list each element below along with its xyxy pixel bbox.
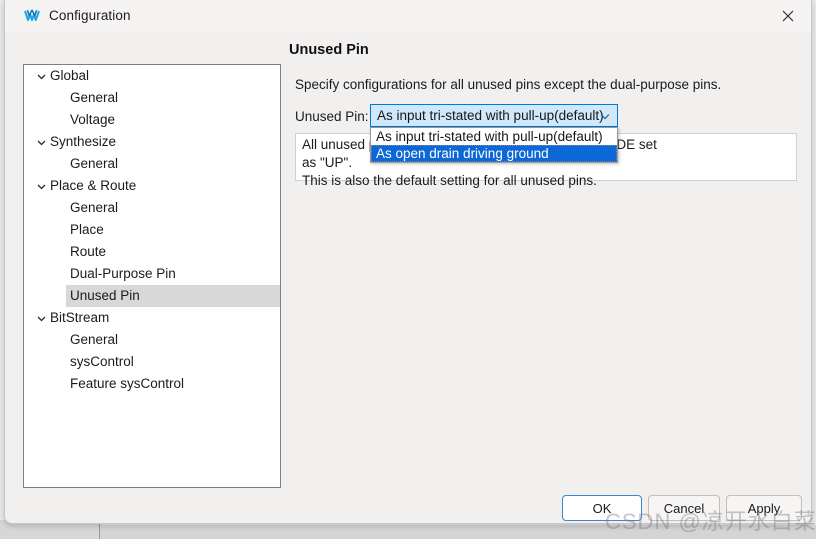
sidebar-item-label: Route (70, 244, 107, 259)
sidebar-item-label: Dual-Purpose Pin (70, 266, 176, 281)
chevron-down-icon[interactable] (34, 307, 48, 329)
dropdown-option[interactable]: As input tri-stated with pull-up(default… (371, 128, 617, 145)
sidebar-item-place[interactable]: Place (24, 219, 280, 241)
chevron-down-icon (598, 109, 612, 123)
dropdown-option[interactable]: As open drain driving ground (371, 145, 617, 162)
unused-pin-select[interactable]: As input tri-stated with pull-up(default… (370, 104, 618, 127)
sidebar-item-label: General (70, 156, 119, 171)
desktop-taskbar-strip (0, 525, 816, 539)
cancel-button[interactable]: Cancel (648, 495, 720, 521)
sidebar-item-bitstream[interactable]: BitStream (24, 307, 280, 329)
unused-pin-dropdown-list[interactable]: As input tri-stated with pull-up(default… (370, 127, 618, 163)
sidebar-item-general[interactable]: General (24, 329, 280, 351)
sidebar-item-label: General (70, 200, 119, 215)
sidebar-item-route[interactable]: Route (24, 241, 280, 263)
sidebar-item-feature-syscontrol[interactable]: Feature sysControl (24, 373, 280, 395)
chevron-down-icon[interactable] (34, 175, 48, 197)
sidebar-item-syscontrol[interactable]: sysControl (24, 351, 280, 373)
window-title: Configuration (49, 8, 131, 23)
close-icon[interactable] (765, 0, 811, 32)
sidebar-item-global[interactable]: Global (24, 65, 280, 87)
sidebar-item-general[interactable]: General (24, 87, 280, 109)
sidebar-item-label: Voltage (70, 112, 116, 127)
screenshot-root: Configuration Global General Voltage Synthe… (0, 0, 816, 539)
sidebar-item-label: Synthesize (50, 134, 117, 149)
ok-button[interactable]: OK (562, 495, 642, 521)
sidebar-item-label: Place & Route (50, 178, 137, 193)
sidebar-item-label: Place (70, 222, 104, 237)
sidebar-item-label: General (70, 90, 119, 105)
title-bar: Configuration (5, 0, 811, 32)
page-title: Unused Pin (289, 42, 369, 58)
chevron-down-icon[interactable] (34, 65, 48, 87)
info-line-3: This is also the default setting for all… (302, 173, 597, 188)
sidebar-item-label: Global (50, 68, 90, 83)
sidebar-item-general[interactable]: General (24, 197, 280, 219)
sidebar-item-voltage[interactable]: Voltage (24, 109, 280, 131)
sidebar-item-label: General (70, 332, 119, 347)
sidebar-item-label: BitStream (50, 310, 110, 325)
sidebar-item-place-route[interactable]: Place & Route (24, 175, 280, 197)
configuration-dialog: Configuration Global General Voltage Synthe… (4, 0, 816, 534)
w-logo-icon (23, 7, 41, 25)
sidebar-item-general[interactable]: General (24, 153, 280, 175)
apply-button[interactable]: Apply (726, 495, 802, 521)
unused-pin-selected-value: As input tri-stated with pull-up(default… (377, 108, 604, 123)
page-description: Specify configurations for all unused pi… (295, 77, 722, 92)
sidebar-item-unused-pin[interactable]: Unused Pin (24, 285, 280, 307)
unused-pin-label: Unused Pin: (295, 109, 369, 124)
chevron-down-icon[interactable] (34, 131, 48, 153)
sidebar-item-label: sysControl (70, 354, 134, 369)
settings-tree[interactable]: Global General Voltage Synthesize General Pla… (23, 64, 281, 488)
sidebar-item-label: Feature sysControl (70, 376, 185, 391)
sidebar-item-dual-purpose-pin[interactable]: Dual-Purpose Pin (24, 263, 280, 285)
sidebar-item-label: Unused Pin (70, 288, 140, 303)
sidebar-item-synthesize[interactable]: Synthesize (24, 131, 280, 153)
